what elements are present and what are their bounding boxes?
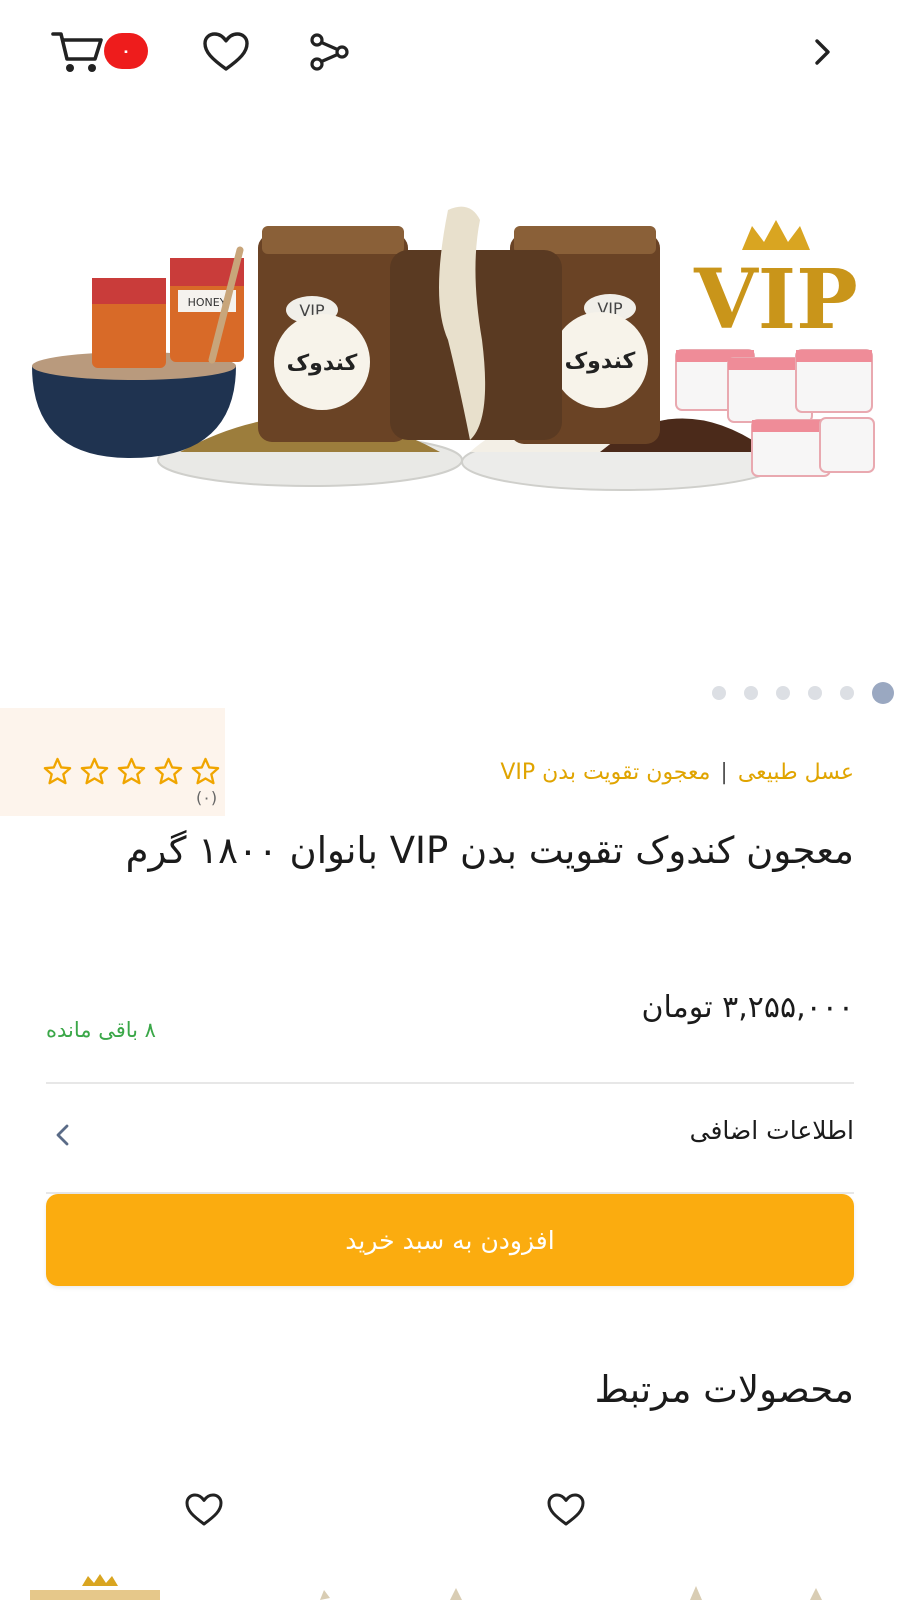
- divider: [46, 1082, 854, 1084]
- related-product-wishlist-heart-icon[interactable]: [184, 1492, 224, 1528]
- pager-dot[interactable]: [808, 686, 822, 700]
- share-icon: [310, 33, 349, 71]
- stock-status: ۸ باقی مانده: [46, 1018, 156, 1042]
- star-outline-icon: [43, 757, 72, 785]
- category-link-primary[interactable]: عسل طبیعی: [738, 760, 854, 785]
- related-product-image[interactable]: [300, 1572, 480, 1600]
- product-illustration: HONEY VIP کندوک VIP کندوک VIP: [32, 206, 875, 491]
- vip-logo-text: VIP: [693, 252, 858, 348]
- pager-dot[interactable]: [712, 686, 726, 700]
- wishlist-button[interactable]: [200, 28, 252, 76]
- product-title: معجون کندوک تقویت بدن VIP بانوان ۱۸۰۰ گر…: [125, 829, 854, 872]
- star-outline-icon: [80, 757, 109, 785]
- rating-stars[interactable]: [42, 756, 221, 787]
- image-pager[interactable]: [0, 682, 900, 704]
- jar-brand-label-2: کندوک: [565, 349, 636, 374]
- extra-info-row[interactable]: اطلاعات اضافی: [46, 1100, 854, 1170]
- heart-icon: [203, 32, 249, 71]
- related-product-image[interactable]: [20, 1572, 170, 1600]
- product-image[interactable]: HONEY VIP کندوک VIP کندوک VIP: [0, 190, 900, 530]
- jar-brand-label: کندوک: [287, 351, 358, 376]
- cart-count-badge: ۰: [104, 33, 148, 69]
- product-price: ۳,۲۵۵,۰۰۰ تومان: [641, 990, 855, 1025]
- category-link-secondary[interactable]: معجون تقویت بدن VIP: [500, 760, 710, 785]
- pager-dot-active[interactable]: [872, 682, 894, 704]
- cart-button[interactable]: [50, 28, 106, 76]
- back-button[interactable]: [800, 30, 844, 74]
- pager-dot[interactable]: [840, 686, 854, 700]
- pager-dot[interactable]: [776, 686, 790, 700]
- category-separator: |: [720, 760, 728, 785]
- related-products-title: محصولات مرتبط: [594, 1368, 854, 1411]
- honey-jar-label: HONEY: [188, 296, 227, 309]
- rating-count: (۰): [196, 788, 218, 807]
- related-product-wishlist-heart-icon[interactable]: [546, 1492, 586, 1528]
- star-outline-icon: [191, 757, 220, 785]
- star-outline-icon: [117, 757, 146, 785]
- related-product-image[interactable]: [660, 1572, 860, 1600]
- cart-icon: [51, 32, 103, 72]
- chevron-right-icon: [815, 39, 830, 65]
- extra-info-label: اطلاعات اضافی: [689, 1116, 854, 1145]
- top-bar: ۰: [0, 0, 900, 105]
- product-categories: عسل طبیعی | معجون تقویت بدن VIP: [500, 760, 854, 785]
- chevron-left-icon: [56, 1124, 69, 1146]
- add-to-cart-button[interactable]: افزودن به سبد خرید: [46, 1194, 854, 1286]
- star-outline-icon: [154, 757, 183, 785]
- share-button[interactable]: [306, 30, 354, 74]
- pager-dot[interactable]: [744, 686, 758, 700]
